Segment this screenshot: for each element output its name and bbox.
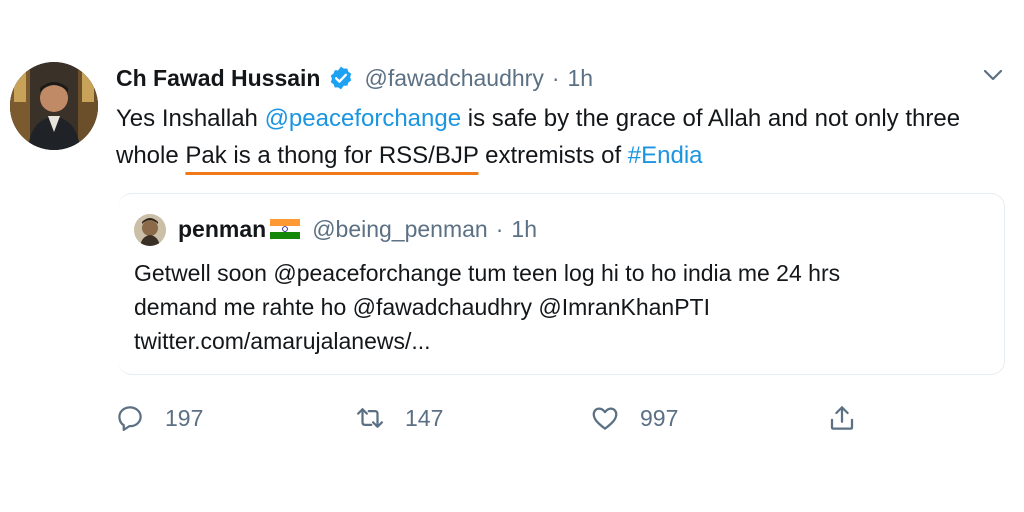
quote-author-avatar[interactable]: [134, 214, 166, 246]
tweet-text-part: Yes Inshallah: [116, 105, 265, 132]
highlighted-text: Pak is a thong for RSS/BJP: [185, 142, 479, 169]
quote-header: penman @being_penman · 1h: [178, 212, 537, 246]
quote-text-line: Getwell soon @peaceforchange tum teen lo…: [134, 260, 841, 286]
chevron-down-icon[interactable]: [982, 66, 1004, 84]
quote-link-line[interactable]: twitter.com/amarujalanews/...: [134, 324, 994, 358]
tweet-card[interactable]: Ch Fawad Hussain @fawadchaudhry · 1h Yes…: [0, 0, 1024, 512]
tweet-header: Ch Fawad Hussain @fawadchaudhry · 1h: [116, 62, 593, 94]
reply-icon: [115, 403, 145, 433]
mention-link[interactable]: @peaceforchange: [265, 105, 462, 132]
heart-icon: [590, 403, 620, 433]
quote-timestamp[interactable]: 1h: [511, 216, 537, 243]
tweet-timestamp[interactable]: 1h: [568, 65, 594, 92]
retweet-button[interactable]: 147: [355, 400, 443, 436]
tweet-text: Yes Inshallah @peaceforchange is safe by…: [116, 100, 996, 174]
like-button[interactable]: 997: [590, 400, 678, 436]
author-avatar[interactable]: [10, 62, 98, 150]
quoted-tweet[interactable]: penman @being_penman · 1h Getwell soon @…: [118, 193, 1005, 375]
verified-badge-icon: [328, 65, 354, 91]
quote-text: Getwell soon @peaceforchange tum teen lo…: [134, 256, 994, 358]
separator-dot: ·: [551, 64, 560, 91]
tweet-actions: 197 147 997: [115, 400, 875, 436]
quote-author-name[interactable]: penman: [178, 216, 266, 243]
author-handle[interactable]: @fawadchaudhry: [364, 65, 543, 92]
india-flag-icon: [270, 219, 301, 239]
retweet-count: 147: [405, 404, 444, 431]
quote-text-line: demand me rahte ho @fawadchaudhry @Imran…: [134, 294, 710, 320]
reply-count: 197: [165, 404, 204, 431]
separator-dot: ·: [495, 215, 504, 242]
reply-button[interactable]: 197: [115, 400, 203, 436]
author-name[interactable]: Ch Fawad Hussain: [116, 65, 320, 92]
quote-author-handle[interactable]: @being_penman: [312, 216, 488, 243]
like-count: 997: [640, 404, 679, 431]
hashtag-link[interactable]: #Endia: [628, 142, 703, 169]
share-icon: [827, 403, 857, 433]
share-button[interactable]: [827, 400, 857, 436]
retweet-icon: [355, 403, 385, 433]
tweet-text-part: extremists of: [478, 142, 628, 169]
